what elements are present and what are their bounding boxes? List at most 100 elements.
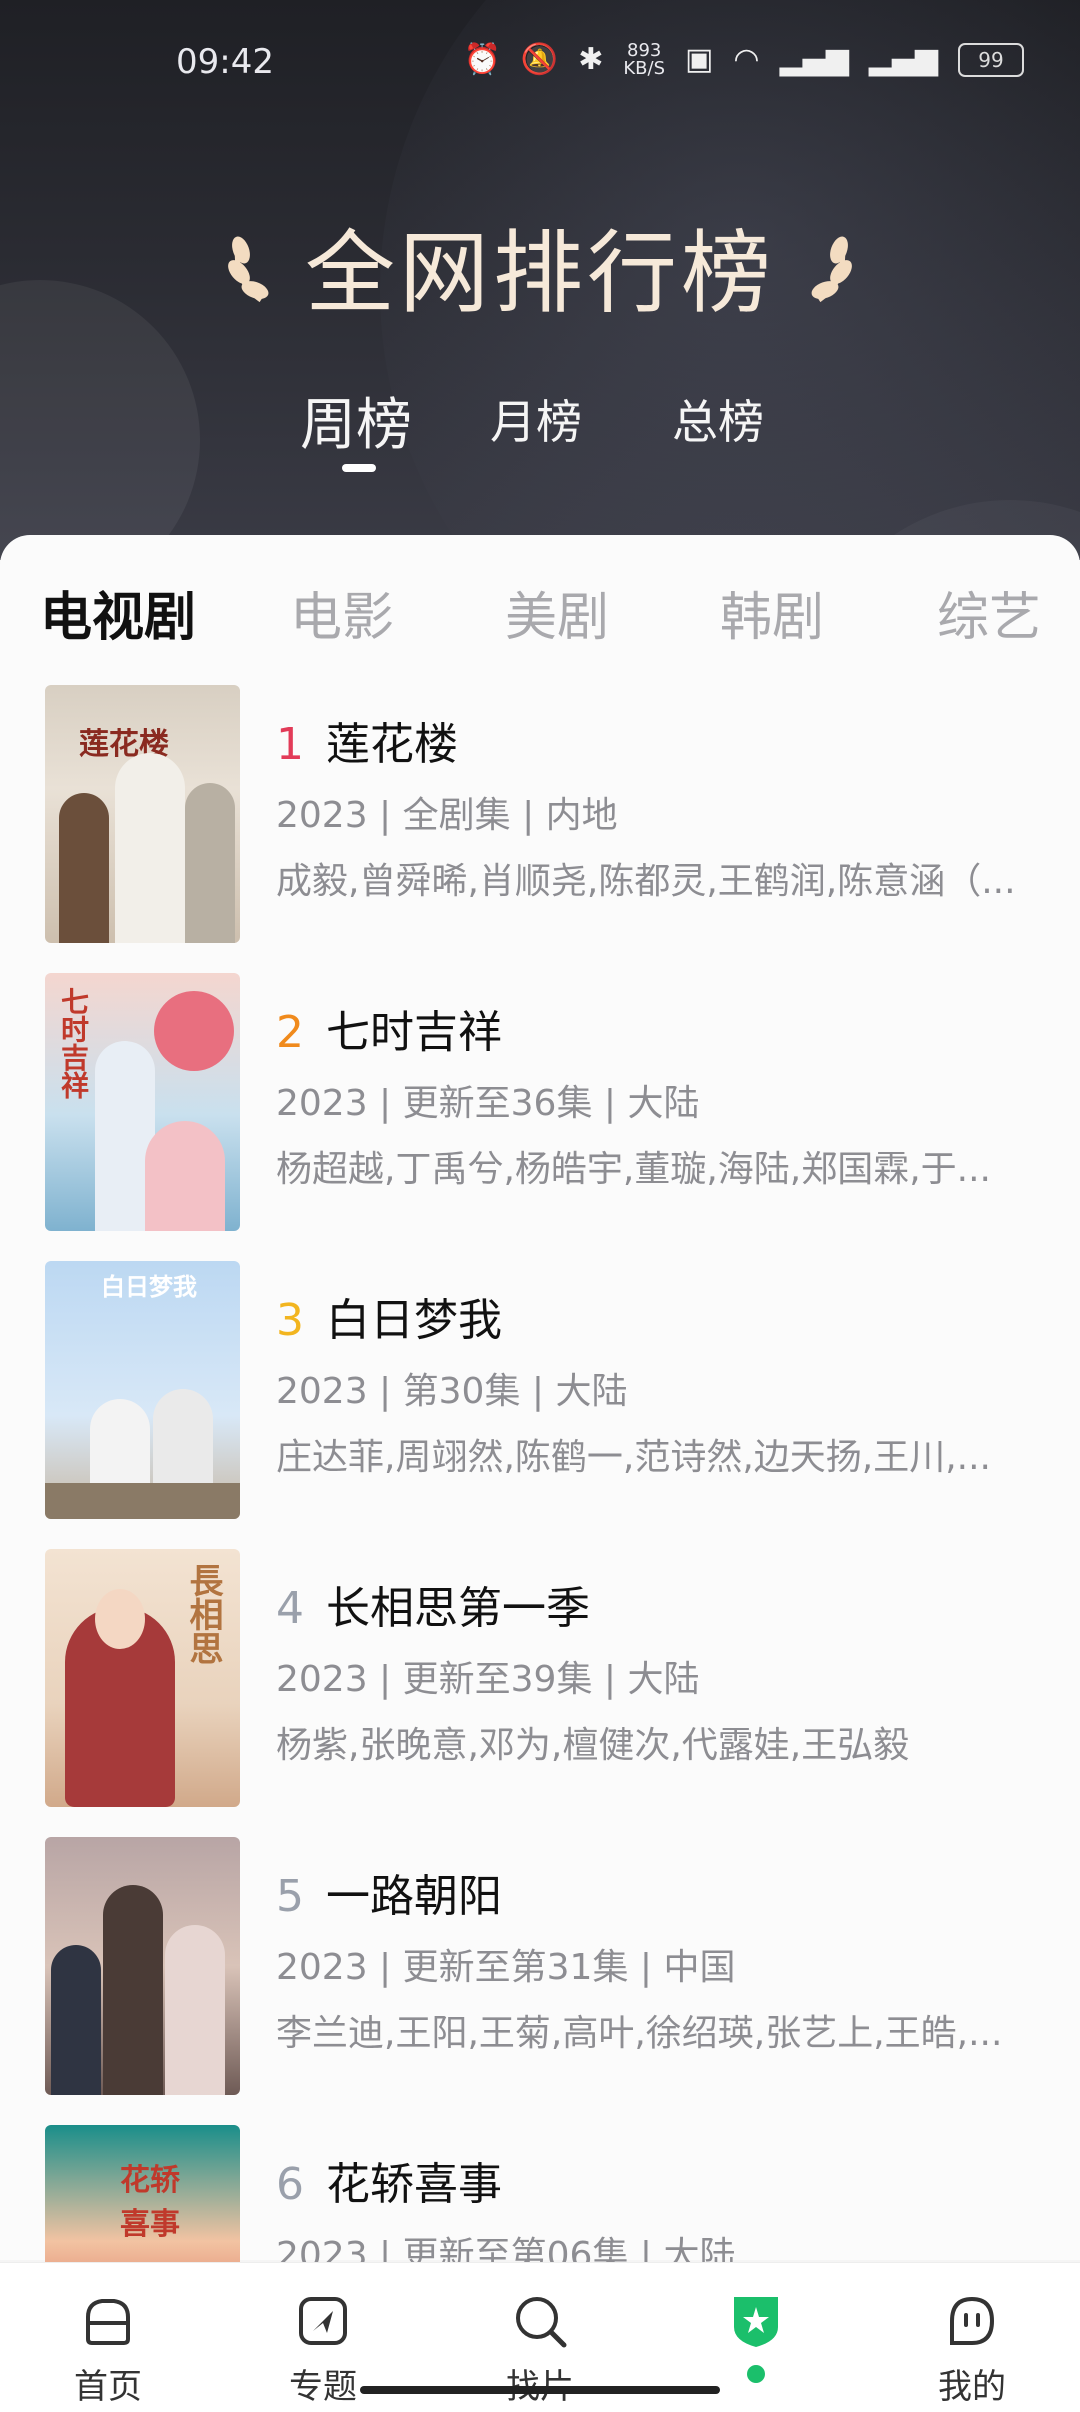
poster-title: 七时吉祥 <box>57 987 90 1099</box>
item-title: 七时吉祥 <box>326 1007 502 1058</box>
home-indicator[interactable] <box>360 2386 720 2394</box>
item-cast: 成毅,曾舜晞,肖顺尧,陈都灵,王鹤润,陈意涵（... <box>276 861 1016 902</box>
status-time: 09:42 <box>176 42 274 82</box>
list-item[interactable]: 5 一路朝阳 2023 | 更新至第31集 | 中国 李兰迪,王阳,王菊,高叶,徐… <box>0 1837 1080 2125</box>
poster-figure <box>51 1945 101 2095</box>
rank-number: 5 <box>276 1871 304 1922</box>
item-title: 白日梦我 <box>326 1295 502 1346</box>
tab-monthly[interactable]: 月榜 <box>490 386 582 452</box>
item-cast: 庄达菲,周翊然,陈鹤一,范诗然,边天扬,王川,... <box>276 1437 991 1478</box>
net-speed-unit: KB/S <box>623 58 666 79</box>
nav-topics-label: 专题 <box>289 2367 357 2407</box>
rank-number: 2 <box>276 1007 304 1058</box>
poster-flower <box>154 991 234 1071</box>
item-title-row: 2 七时吉祥 <box>276 1003 1046 1063</box>
category-tab-k-drama[interactable]: 韩剧 <box>720 575 824 650</box>
nav-profile-label: 我的 <box>938 2367 1006 2407</box>
item-meta: 2023 | 更新至36集 | 大陆 <box>276 1083 700 1124</box>
poster-figure <box>145 1121 225 1231</box>
item-info: 4 长相思第一季 2023 | 更新至39集 | 大陆 杨紫,张晚意,邓为,檀健次… <box>276 1579 1046 1773</box>
poster-title: 花轿喜事 <box>120 2163 180 2242</box>
rank-number: 4 <box>276 1583 304 1634</box>
category-tab-us-drama[interactable]: 美剧 <box>505 575 609 650</box>
item-meta: 2023 | 全剧集 | 内地 <box>276 795 618 836</box>
laurel-left-icon <box>228 236 269 303</box>
item-info: 5 一路朝阳 2023 | 更新至第31集 | 中国 李兰迪,王阳,王菊,高叶,徐… <box>276 1867 1046 2061</box>
bluetooth-icon: ✱ <box>578 42 604 77</box>
battery-icon: 99 <box>958 43 1024 77</box>
category-tab-variety[interactable]: 综艺 <box>937 575 1041 650</box>
poster-figure <box>185 783 235 943</box>
profile-icon <box>950 2296 995 2345</box>
poster-image: 長相思 <box>45 1549 240 1807</box>
poster-ground <box>45 1483 240 1519</box>
nav-home[interactable]: 首页 <box>38 2291 178 2408</box>
period-tabs: 周榜 月榜 总榜 <box>0 380 1080 472</box>
home-icon <box>86 2299 130 2345</box>
wifi-icon: ◠ <box>733 42 760 77</box>
status-bar: 09:42 ⏰ 🔕 ✱ 893 KB/S ▣ ◠ ▂▄▆ ▂▄▆ 99 <box>0 0 1080 95</box>
list-item[interactable]: 長相思 4 长相思第一季 2023 | 更新至39集 | 大陆 杨紫,张晚意,邓为… <box>0 1549 1080 1837</box>
poster-image: 莲花楼 <box>45 685 240 943</box>
nav-ranking[interactable] <box>686 2291 826 2383</box>
status-icons: ⏰ 🔕 ✱ 893 KB/S ▣ ◠ ▂▄▆ ▂▄▆ 99 <box>463 40 1024 80</box>
ranking-title-wrap: 全网排行榜 <box>0 200 1080 330</box>
ranking-title: 全网排行榜 <box>221 200 859 330</box>
item-meta: 2023 | 第30集 | 大陆 <box>276 1371 628 1412</box>
poster-figure <box>165 1925 225 2095</box>
item-cast: 杨紫,张晚意,邓为,檀健次,代露娃,王弘毅 <box>276 1725 910 1766</box>
item-title-row: 5 一路朝阳 <box>276 1867 1046 1927</box>
search-icon <box>516 2297 567 2348</box>
alarm-icon: ⏰ <box>463 42 501 77</box>
category-tab-tv[interactable]: 电视剧 <box>40 575 196 650</box>
ranking-title-text: 全网排行榜 <box>305 221 775 326</box>
signal-2-icon: ▂▄▆ <box>868 42 938 77</box>
rank-number: 6 <box>276 2159 304 2210</box>
item-title-row: 4 长相思第一季 <box>276 1579 1046 1639</box>
nav-find-label: 找片 <box>470 2359 610 2408</box>
mute-icon: 🔕 <box>520 42 559 77</box>
app-screen: 09:42 ⏰ 🔕 ✱ 893 KB/S ▣ ◠ ▂▄▆ ▂▄▆ 99 全网排行… <box>0 0 1080 2412</box>
list-item[interactable]: 莲花楼 1 莲花楼 2023 | 全剧集 | 内地 成毅,曾舜晞,肖顺尧,陈都灵,… <box>0 685 1080 973</box>
item-title-row: 1 莲花楼 <box>276 715 1046 775</box>
nav-home-label: 首页 <box>74 2367 142 2407</box>
hd-icon: ▣ <box>685 42 714 77</box>
poster-title: 白日梦我 <box>101 1272 197 1301</box>
category-tabs: 电视剧 电影 美剧 韩剧 综艺 <box>0 575 1080 655</box>
poster-figure <box>115 753 185 943</box>
item-info: 2 七时吉祥 2023 | 更新至36集 | 大陆 杨超越,丁禹兮,杨皓宇,董璇,… <box>276 1003 1046 1197</box>
poster-figure <box>103 1885 163 2095</box>
item-info: 1 莲花楼 2023 | 全剧集 | 内地 成毅,曾舜晞,肖顺尧,陈都灵,王鹤润,… <box>276 715 1046 909</box>
poster-image: 七时吉祥 <box>45 973 240 1231</box>
list-item[interactable]: 七时吉祥 2 七时吉祥 2023 | 更新至36集 | 大陆 杨超越,丁禹兮,杨皓… <box>0 973 1080 1261</box>
tab-all-time[interactable]: 总榜 <box>672 386 764 452</box>
ranking-card: 电视剧 电影 美剧 韩剧 综艺 莲花楼 1 莲花楼 2023 | 全剧集 | 内… <box>0 535 1080 2383</box>
rank-number: 3 <box>276 1295 304 1346</box>
item-cast: 李兰迪,王阳,王菊,高叶,徐绍瑛,张艺上,王皓,... <box>276 2013 1003 2054</box>
poster-title: 長相思 <box>183 1563 223 1665</box>
category-tab-movie[interactable]: 电影 <box>290 575 394 650</box>
item-title: 一路朝阳 <box>326 1871 502 1922</box>
rank-number: 1 <box>276 719 304 770</box>
item-title: 莲花楼 <box>326 719 458 770</box>
laurel-right-icon <box>811 236 852 303</box>
item-meta: 2023 | 更新至39集 | 大陆 <box>276 1659 700 1700</box>
item-title-row: 6 花轿喜事 <box>276 2155 1046 2215</box>
item-title-row: 3 白日梦我 <box>276 1291 1046 1351</box>
signal-1-icon: ▂▄▆ <box>779 42 849 77</box>
list-item[interactable]: 白日梦我 3 白日梦我 2023 | 第30集 | 大陆 庄达菲,周翊然,陈鹤一,… <box>0 1261 1080 1549</box>
item-cast: 杨超越,丁禹兮,杨皓宇,董璇,海陆,郑国霖,于... <box>276 1149 991 1190</box>
nav-profile[interactable]: 我的 <box>902 2291 1042 2408</box>
active-nav-dot <box>747 2365 765 2383</box>
item-info: 3 白日梦我 2023 | 第30集 | 大陆 庄达菲,周翊然,陈鹤一,范诗然,边… <box>276 1291 1046 1485</box>
ranking-icon <box>734 2297 778 2347</box>
item-meta: 2023 | 更新至第31集 | 中国 <box>276 1947 736 1988</box>
tab-weekly[interactable]: 周榜 <box>300 380 412 461</box>
poster-face <box>95 1589 145 1649</box>
active-tab-indicator <box>342 464 376 472</box>
ranking-header: 09:42 ⏰ 🔕 ✱ 893 KB/S ▣ ◠ ▂▄▆ ▂▄▆ 99 全网排行… <box>0 0 1080 560</box>
item-title: 花轿喜事 <box>326 2159 502 2210</box>
poster-image: 白日梦我 <box>45 1261 240 1519</box>
net-speed: 893 KB/S <box>623 42 665 78</box>
topic-icon <box>299 2297 347 2345</box>
